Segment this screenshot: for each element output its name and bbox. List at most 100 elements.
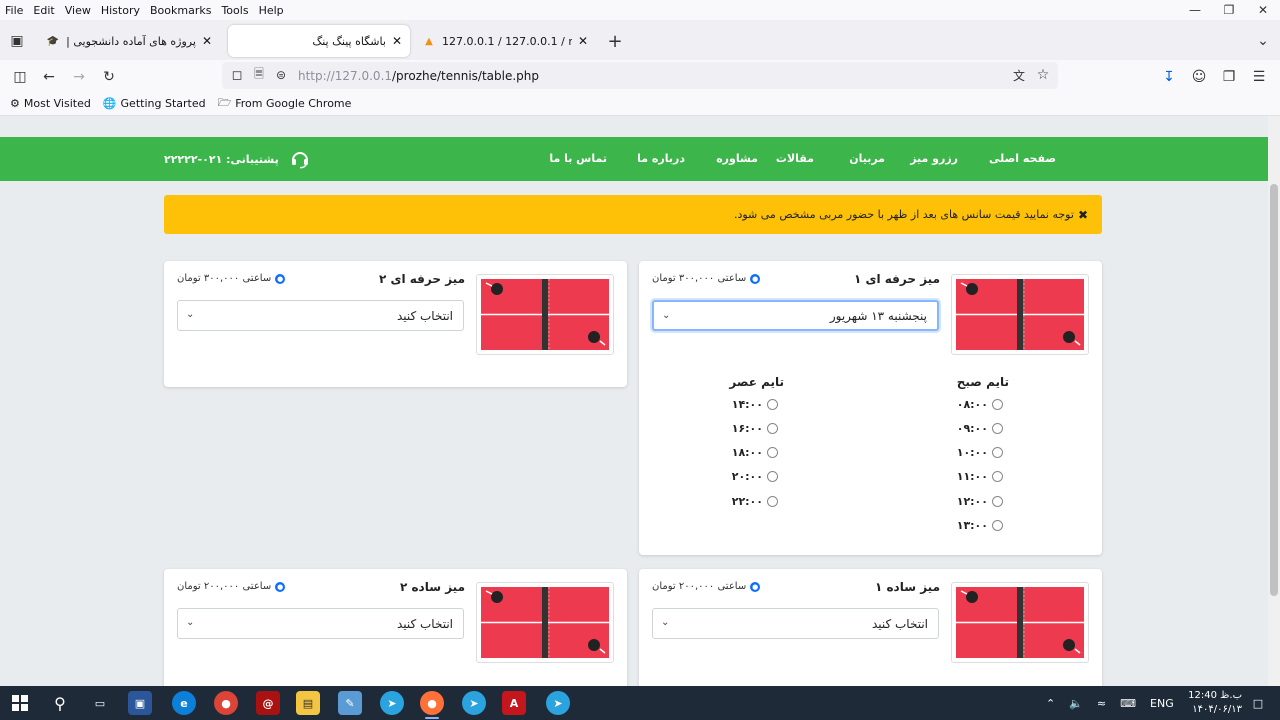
telegram-icon[interactable]: ➤: [546, 691, 570, 715]
notification-icon[interactable]: □: [1246, 691, 1270, 715]
slot-label: ۱۳:۰۰: [956, 519, 988, 532]
language-indicator[interactable]: ENG: [1150, 697, 1174, 710]
time-slot[interactable]: ۱۱:۰۰: [957, 470, 1003, 483]
search-icon[interactable]: ⚲: [48, 691, 72, 715]
menu-icon[interactable]: ☰: [1248, 66, 1270, 88]
shield-icon[interactable]: ◻: [226, 64, 248, 86]
slot-label: ۲۲:۰۰: [731, 495, 763, 508]
radio-button[interactable]: [767, 471, 778, 482]
chrome-icon[interactable]: ●: [214, 691, 238, 715]
telegram-icon[interactable]: ➤: [462, 691, 486, 715]
app-icon[interactable]: @: [256, 691, 280, 715]
page-scrollbar[interactable]: [1268, 116, 1280, 686]
reload-icon[interactable]: ↻: [98, 66, 120, 88]
nav-home[interactable]: صفحه اصلی: [989, 137, 1056, 181]
keyboard-icon[interactable]: ⌨: [1120, 697, 1136, 710]
time-slot[interactable]: ۱۰:۰۰: [957, 446, 1003, 459]
restore-icon[interactable]: ❐: [1212, 0, 1246, 20]
firefox-icon[interactable]: ●: [420, 691, 444, 715]
nav-coaches[interactable]: مربیان: [849, 137, 885, 181]
radio-button[interactable]: [767, 423, 778, 434]
menu-view[interactable]: View: [60, 4, 96, 17]
new-tab-icon[interactable]: +: [604, 30, 626, 52]
close-icon[interactable]: ✕: [392, 34, 402, 48]
forward-icon[interactable]: →: [68, 66, 90, 88]
radio-button[interactable]: [767, 447, 778, 458]
page-info-icon[interactable]: 🗏: [248, 64, 270, 86]
radio-button[interactable]: [992, 399, 1003, 410]
wifi-icon[interactable]: ≈: [1097, 697, 1106, 710]
menu-bookmarks[interactable]: Bookmarks: [145, 4, 216, 17]
task-view-icon[interactable]: ▭: [88, 691, 112, 715]
account-icon[interactable]: ☺: [1188, 66, 1210, 88]
time-slot[interactable]: ۱۳:۰۰: [957, 519, 1003, 532]
nav-about[interactable]: درباره ما: [637, 137, 685, 181]
bookmark-from-chrome[interactable]: 🗁 From Google Chrome: [218, 94, 352, 113]
telegram-icon[interactable]: ➤: [380, 691, 404, 715]
radio-button[interactable]: [992, 447, 1003, 458]
date-select[interactable]: انتخاب کنید ⌄: [177, 608, 464, 639]
bookmark-star-icon[interactable]: ☆: [1032, 64, 1054, 86]
windows-start-icon[interactable]: [8, 691, 32, 715]
time-slot[interactable]: ۱۴:۰۰: [732, 398, 778, 411]
nav-reserve-table[interactable]: رزرو میز: [910, 137, 958, 181]
radio-button[interactable]: [992, 471, 1003, 482]
menu-file[interactable]: File: [0, 4, 28, 17]
menu-history[interactable]: History: [96, 4, 145, 17]
nav-articles[interactable]: مقالات: [776, 137, 814, 181]
permissions-icon[interactable]: ⊜: [270, 64, 292, 86]
tab-phpmyadmin[interactable]: ▲ 127.0.0.1 / 127.0.0.1 / maccesso ✕: [414, 25, 596, 57]
volume-icon[interactable]: 🔈: [1069, 697, 1083, 710]
back-icon[interactable]: ←: [38, 66, 60, 88]
sidebar-icon[interactable]: ◫: [9, 66, 31, 88]
tab-projects[interactable]: 🎓 پروژه های آماده دانشجویی | دانل ✕: [38, 25, 220, 57]
download-icon[interactable]: ↧: [1158, 66, 1180, 88]
close-window-icon[interactable]: ✕: [1246, 0, 1280, 20]
radio-button[interactable]: [767, 496, 778, 507]
store-icon[interactable]: ▣: [128, 691, 152, 715]
list-tabs-icon[interactable]: ⌄: [1252, 30, 1274, 52]
time-slot[interactable]: ۱۶:۰۰: [732, 422, 778, 435]
date-select[interactable]: انتخاب کنید ⌄: [177, 300, 464, 331]
bookmark-getting-started[interactable]: 🌐 Getting Started: [103, 97, 206, 110]
date-select[interactable]: پنجشنبه ۱۳ شهریور ⌄: [652, 300, 939, 331]
radio-button[interactable]: [767, 399, 778, 410]
edge-icon[interactable]: e: [172, 691, 196, 715]
slot-label: ۱۸:۰۰: [731, 446, 763, 459]
time-slot[interactable]: ۰۸:۰۰: [957, 398, 1003, 411]
date-select[interactable]: انتخاب کنید ⌄: [652, 608, 939, 639]
time-slot[interactable]: ۲۲:۰۰: [732, 495, 778, 508]
close-icon[interactable]: ✖: [1078, 208, 1088, 222]
taskbar-clock[interactable]: 12:40 ب.ظ ۱۴۰۴/۰۶/۱۳: [1188, 689, 1242, 717]
minimize-icon[interactable]: —: [1178, 0, 1212, 20]
bookmarks-toolbar: ⚙ Most Visited 🌐 Getting Started 🗁 From Goo…: [0, 92, 1280, 116]
paddle-bottom: [588, 331, 600, 343]
chevron-up-icon[interactable]: ⌃: [1046, 697, 1055, 710]
radio-button[interactable]: [992, 496, 1003, 507]
url-bar[interactable]: ◻ 🗏 ⊜ http://127.0.0.1/prozhe/tennis/tab…: [222, 62, 1058, 89]
bookmark-label: Getting Started: [120, 97, 206, 110]
time-slot[interactable]: ۰۹:۰۰: [957, 422, 1003, 435]
radio-button[interactable]: [992, 423, 1003, 434]
pdf-icon[interactable]: A: [502, 691, 526, 715]
time-slot[interactable]: ۱۸:۰۰: [732, 446, 778, 459]
translate-icon[interactable]: 文: [1008, 64, 1030, 86]
tab-overview-icon[interactable]: ▣: [6, 30, 28, 52]
menu-edit[interactable]: Edit: [28, 4, 59, 17]
notepad-icon[interactable]: ✎: [338, 691, 362, 715]
nav-contact[interactable]: تماس با ما: [549, 137, 607, 181]
time-slot[interactable]: ۱۲:۰۰: [957, 495, 1003, 508]
close-icon[interactable]: ✕: [578, 34, 588, 48]
file-explorer-icon[interactable]: ▤: [296, 691, 320, 715]
radio-button[interactable]: [992, 520, 1003, 531]
tab-pingpong[interactable]: باشگاه پینگ پنگ ✕: [228, 25, 410, 57]
close-icon[interactable]: ✕: [202, 34, 212, 48]
extensions-icon[interactable]: ❐: [1218, 66, 1240, 88]
scrollbar-thumb[interactable]: [1270, 184, 1278, 596]
nav-consulting[interactable]: مشاوره: [716, 137, 758, 181]
time-slot[interactable]: ۲۰:۰۰: [732, 470, 778, 483]
bookmark-most-visited[interactable]: ⚙ Most Visited: [10, 97, 91, 110]
menu-tools[interactable]: Tools: [216, 4, 253, 17]
table-card-simple-2: میز ساده ۲ ● ساعتی ۲۰۰,۰۰۰ تومان انتخاب ک…: [164, 569, 627, 686]
menu-help[interactable]: Help: [254, 4, 289, 17]
